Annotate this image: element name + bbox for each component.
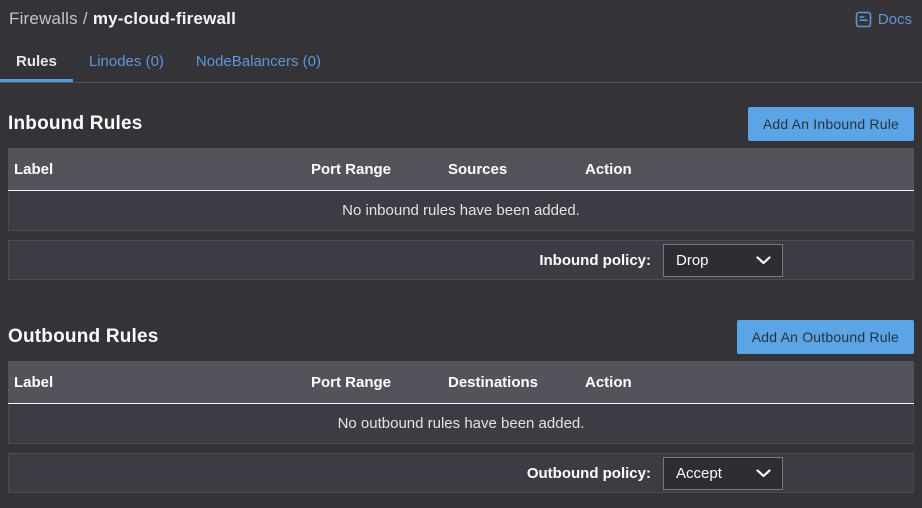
- tab-rules[interactable]: Rules: [0, 44, 73, 82]
- outbound-empty-message: No outbound rules have been added.: [338, 415, 585, 432]
- breadcrumb-current-firewall: my-cloud-firewall: [93, 9, 236, 28]
- inbound-section-header: Inbound Rules Add An Inbound Rule: [8, 107, 914, 141]
- inbound-column-label: Label: [8, 161, 311, 178]
- tab-bar: Rules Linodes (0) NodeBalancers (0): [0, 44, 922, 83]
- outbound-rules-section: Outbound Rules Add An Outbound Rule Labe…: [0, 320, 922, 493]
- add-inbound-rule-button[interactable]: Add An Inbound Rule: [748, 107, 914, 141]
- inbound-policy-selected-value: Drop: [676, 252, 709, 269]
- inbound-rules-section: Inbound Rules Add An Inbound Rule Label …: [0, 107, 922, 280]
- outbound-column-port-range: Port Range: [311, 374, 448, 391]
- inbound-empty-message: No inbound rules have been added.: [342, 202, 580, 219]
- outbound-column-destinations: Destinations: [448, 374, 585, 391]
- top-bar: Firewalls / my-cloud-firewall Docs: [0, 0, 922, 29]
- outbound-policy-selected-value: Accept: [676, 465, 722, 482]
- inbound-policy-select[interactable]: Drop: [663, 244, 783, 277]
- add-outbound-rule-button[interactable]: Add An Outbound Rule: [737, 320, 914, 354]
- docs-icon: [855, 11, 872, 28]
- docs-link[interactable]: Docs: [855, 11, 912, 28]
- inbound-column-action: Action: [585, 161, 914, 178]
- outbound-column-action: Action: [585, 374, 914, 391]
- outbound-column-label: Label: [8, 374, 311, 391]
- inbound-table-header-row: Label Port Range Sources Action: [8, 148, 914, 191]
- outbound-policy-select[interactable]: Accept: [663, 457, 783, 490]
- breadcrumb: Firewalls / my-cloud-firewall: [9, 9, 236, 29]
- outbound-empty-state-row: No outbound rules have been added.: [8, 404, 914, 444]
- outbound-rules-title: Outbound Rules: [8, 326, 159, 348]
- firewall-detail-page: Firewalls / my-cloud-firewall Docs Rules L…: [0, 0, 922, 508]
- breadcrumb-separator: /: [83, 9, 88, 28]
- outbound-section-header: Outbound Rules Add An Outbound Rule: [8, 320, 914, 354]
- tab-nodebalancers[interactable]: NodeBalancers (0): [180, 44, 337, 82]
- outbound-policy-label: Outbound policy:: [527, 465, 651, 482]
- chevron-down-icon: [756, 256, 771, 265]
- inbound-column-port-range: Port Range: [311, 161, 448, 178]
- inbound-policy-label: Inbound policy:: [539, 252, 651, 269]
- inbound-empty-state-row: No inbound rules have been added.: [8, 191, 914, 231]
- inbound-rules-title: Inbound Rules: [8, 113, 143, 135]
- outbound-table-header-row: Label Port Range Destinations Action: [8, 361, 914, 404]
- outbound-rules-table: Label Port Range Destinations Action No …: [8, 361, 914, 444]
- inbound-column-sources: Sources: [448, 161, 585, 178]
- inbound-policy-row: Inbound policy: Drop: [8, 240, 914, 280]
- docs-link-label: Docs: [878, 11, 912, 28]
- outbound-policy-row: Outbound policy: Accept: [8, 453, 914, 493]
- tab-linodes[interactable]: Linodes (0): [73, 44, 180, 82]
- breadcrumb-firewalls-link[interactable]: Firewalls: [9, 9, 78, 28]
- chevron-down-icon: [756, 469, 771, 478]
- inbound-rules-table: Label Port Range Sources Action No inbou…: [8, 148, 914, 231]
